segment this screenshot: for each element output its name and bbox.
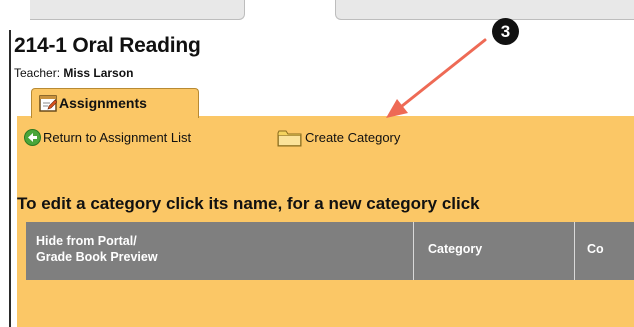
- create-category-link[interactable]: Create Category: [305, 130, 400, 145]
- column-hide-from-portal[interactable]: Hide from Portal/ Grade Book Preview: [26, 222, 414, 280]
- notepad-icon: [39, 95, 57, 112]
- top-tab-strip: [30, 0, 634, 20]
- page-title: 214-1 Oral Reading: [14, 34, 201, 57]
- category-table-header: Hide from Portal/ Grade Book Preview Cat…: [26, 222, 634, 280]
- tab-assignments-label: Assignments: [59, 95, 147, 111]
- back-arrow-icon[interactable]: [24, 129, 41, 146]
- callout-arrow-line: [400, 38, 487, 108]
- column-category[interactable]: Category: [414, 222, 575, 280]
- frame-left-border: [9, 30, 11, 327]
- folder-icon[interactable]: [277, 129, 302, 147]
- instruction-text: To edit a category click its name, for a…: [17, 194, 480, 213]
- column-hide-line1: Hide from Portal/: [36, 234, 137, 248]
- callout-badge: 3: [492, 18, 519, 45]
- top-tab-right[interactable]: [335, 0, 634, 20]
- teacher-line: Teacher: Miss Larson: [14, 66, 133, 80]
- return-to-assignment-list-link[interactable]: Return to Assignment List: [43, 130, 191, 145]
- top-tab-left[interactable]: [30, 0, 245, 20]
- teacher-label: Teacher:: [14, 66, 61, 80]
- column-hide-line2: Grade Book Preview: [36, 250, 158, 264]
- teacher-name: Miss Larson: [63, 66, 134, 80]
- tab-assignments[interactable]: Assignments: [31, 88, 199, 118]
- column-co[interactable]: Co: [575, 222, 634, 280]
